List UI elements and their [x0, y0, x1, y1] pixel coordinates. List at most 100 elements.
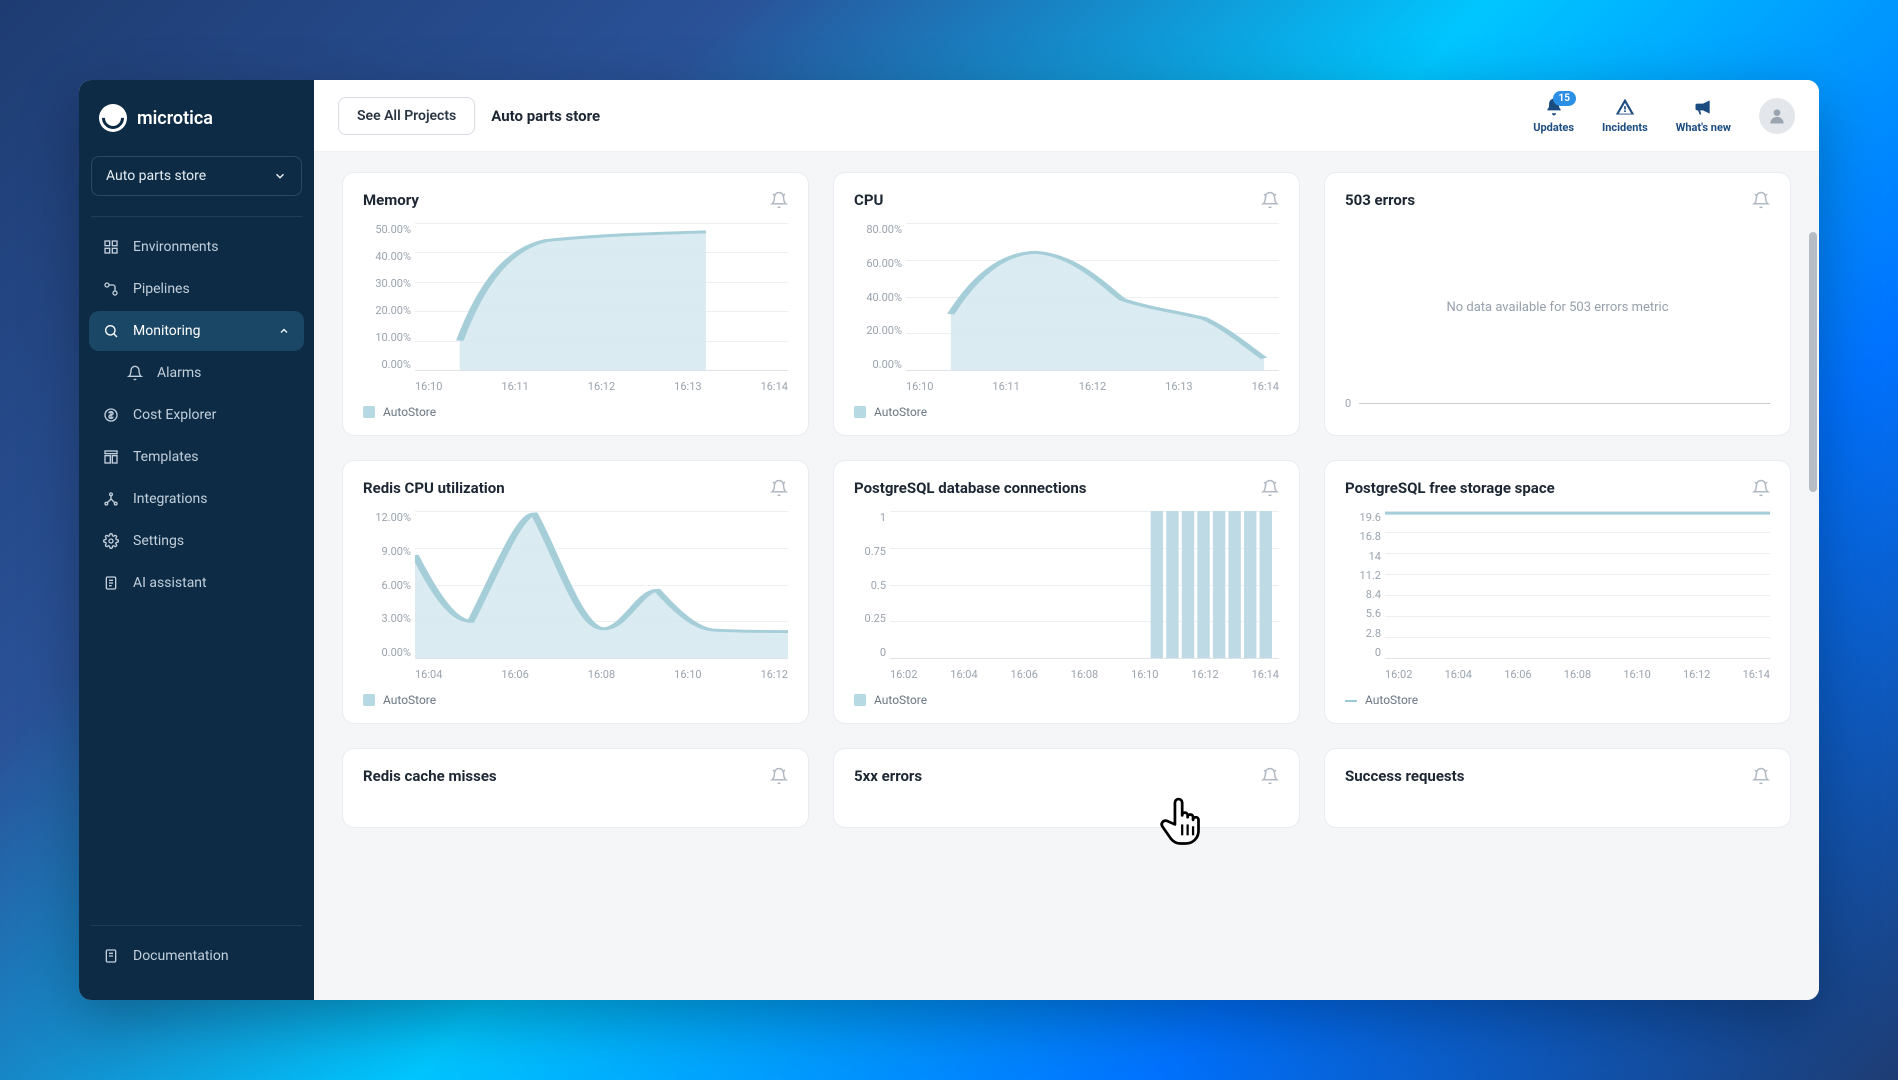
- legend-swatch: [1345, 694, 1357, 706]
- card-title: PostgreSQL free storage space: [1345, 479, 1555, 497]
- card-cpu: CPU 80.00%60.00%40.00%20.00%0.00% 16: [833, 172, 1300, 436]
- brand-name: microtica: [137, 108, 213, 129]
- legend-label: AutoStore: [874, 693, 927, 707]
- card-redis-cache-misses: Redis cache misses: [342, 748, 809, 828]
- legend: AutoStore: [854, 693, 1279, 707]
- sidebar-item-label: Environments: [133, 239, 218, 255]
- alarm-icon[interactable]: [1261, 767, 1279, 785]
- incidents-button[interactable]: Incidents: [1602, 97, 1648, 134]
- card-503-errors: 503 errors No data available for 503 err…: [1324, 172, 1791, 436]
- chart-pg-connections: 10.750.50.250 16:0216:0416:0616:0816:101…: [854, 511, 1279, 681]
- legend: AutoStore: [854, 405, 1279, 419]
- incidents-label: Incidents: [1602, 121, 1648, 134]
- brand-logo: microtica: [79, 98, 314, 150]
- breadcrumb: Auto parts store: [491, 107, 600, 125]
- sidebar-item-label: Templates: [133, 449, 199, 465]
- sidebar-item-pipelines[interactable]: Pipelines: [89, 269, 304, 309]
- grid-icon: [103, 239, 119, 255]
- legend-label: AutoStore: [874, 405, 927, 419]
- user-icon: [1767, 106, 1787, 126]
- card-redis-cpu: Redis CPU utilization 12.00%9.00%6.00%3.…: [342, 460, 809, 724]
- card-success-requests: Success requests: [1324, 748, 1791, 828]
- sidebar-item-integrations[interactable]: Integrations: [89, 479, 304, 519]
- doc-icon: [103, 948, 119, 964]
- card-title: PostgreSQL database connections: [854, 479, 1086, 497]
- sidebar-item-label: Documentation: [133, 948, 229, 964]
- alarm-icon[interactable]: [1752, 191, 1770, 209]
- sidebar-item-monitoring[interactable]: Monitoring: [89, 311, 304, 351]
- legend-swatch: [854, 406, 866, 418]
- card-title: 503 errors: [1345, 191, 1415, 209]
- whats-new-button[interactable]: What's new: [1676, 97, 1731, 134]
- project-selector[interactable]: Auto parts store: [91, 156, 302, 196]
- sidebar-item-ai-assistant[interactable]: AI assistant: [89, 563, 304, 603]
- warning-icon: [1615, 97, 1635, 117]
- search-icon: [103, 323, 119, 339]
- legend-swatch: [854, 694, 866, 706]
- app-window: microtica Auto parts store Environments …: [79, 80, 1819, 1000]
- alarm-icon[interactable]: [1752, 479, 1770, 497]
- sidebar-item-label: Settings: [133, 533, 184, 549]
- updates-badge: 15: [1553, 91, 1576, 106]
- gear-icon: [103, 533, 119, 549]
- sidebar-item-templates[interactable]: Templates: [89, 437, 304, 477]
- content-area: Memory 50.00%40.00%30.00%20.00%10.00%0.0…: [314, 152, 1819, 1000]
- sidebar-item-label: Integrations: [133, 491, 207, 507]
- alarm-icon[interactable]: [770, 767, 788, 785]
- no-data-message: No data available for 503 errors metric: [1345, 223, 1770, 393]
- sidebar-item-environments[interactable]: Environments: [89, 227, 304, 267]
- chevron-up-icon: [278, 325, 290, 337]
- sidebar-nav: Environments Pipelines Monitoring Alarms…: [79, 227, 314, 919]
- see-all-projects-button[interactable]: See All Projects: [338, 97, 475, 135]
- metrics-grid: Memory 50.00%40.00%30.00%20.00%10.00%0.0…: [342, 172, 1791, 828]
- updates-button[interactable]: 15 Updates: [1533, 97, 1574, 134]
- sidebar-item-documentation[interactable]: Documentation: [89, 936, 304, 976]
- legend: AutoStore: [1345, 693, 1770, 707]
- megaphone-icon: [1693, 97, 1713, 117]
- sidebar-item-alarms[interactable]: Alarms: [89, 353, 304, 393]
- user-avatar[interactable]: [1759, 98, 1795, 134]
- chart-memory: 50.00%40.00%30.00%20.00%10.00%0.00% 16:1…: [363, 223, 788, 393]
- sidebar: microtica Auto parts store Environments …: [79, 80, 314, 1000]
- sidebar-item-label: Alarms: [157, 365, 201, 381]
- sidebar-item-label: AI assistant: [133, 575, 207, 591]
- chevron-down-icon: [273, 169, 287, 183]
- doc-icon: [103, 575, 119, 591]
- sidebar-item-label: Cost Explorer: [133, 407, 216, 423]
- sidebar-item-settings[interactable]: Settings: [89, 521, 304, 561]
- updates-label: Updates: [1533, 121, 1574, 134]
- chart-cpu: 80.00%60.00%40.00%20.00%0.00% 16:1016:11…: [854, 223, 1279, 393]
- main: See All Projects Auto parts store 15 Upd…: [314, 80, 1819, 1000]
- legend-label: AutoStore: [383, 405, 436, 419]
- topbar: See All Projects Auto parts store 15 Upd…: [314, 80, 1819, 152]
- card-title: Redis cache misses: [363, 767, 497, 785]
- alarm-icon[interactable]: [1752, 767, 1770, 785]
- card-pg-storage: PostgreSQL free storage space 19.616.814…: [1324, 460, 1791, 724]
- topbar-actions: 15 Updates Incidents What's new: [1533, 97, 1795, 134]
- chart-pg-storage: 19.616.81411.28.45.62.80 16:0216:0416:06…: [1345, 511, 1770, 681]
- whats-new-label: What's new: [1676, 121, 1731, 134]
- alarm-icon: [127, 365, 143, 381]
- flow-icon: [103, 281, 119, 297]
- alarm-icon[interactable]: [770, 479, 788, 497]
- legend: AutoStore: [363, 405, 788, 419]
- card-5xx-errors: 5xx errors: [833, 748, 1300, 828]
- chart-redis-cpu: 12.00%9.00%6.00%3.00%0.00% 16:0416:0616:…: [363, 511, 788, 681]
- templates-icon: [103, 449, 119, 465]
- sidebar-divider: [91, 216, 302, 217]
- sidebar-item-label: Pipelines: [133, 281, 190, 297]
- scrollbar-thumb[interactable]: [1809, 232, 1817, 492]
- brand-logo-icon: [99, 104, 127, 132]
- axis-zero: 0: [1345, 397, 1351, 410]
- alarm-icon[interactable]: [1261, 479, 1279, 497]
- legend: AutoStore: [363, 693, 788, 707]
- integrations-icon: [103, 491, 119, 507]
- card-title: 5xx errors: [854, 767, 922, 785]
- card-pg-connections: PostgreSQL database connections 10.750.5…: [833, 460, 1300, 724]
- alarm-icon[interactable]: [1261, 191, 1279, 209]
- sidebar-item-label: Monitoring: [133, 323, 201, 339]
- card-title: Redis CPU utilization: [363, 479, 505, 497]
- sidebar-item-cost-explorer[interactable]: Cost Explorer: [89, 395, 304, 435]
- alarm-icon[interactable]: [770, 191, 788, 209]
- legend-label: AutoStore: [1365, 693, 1418, 707]
